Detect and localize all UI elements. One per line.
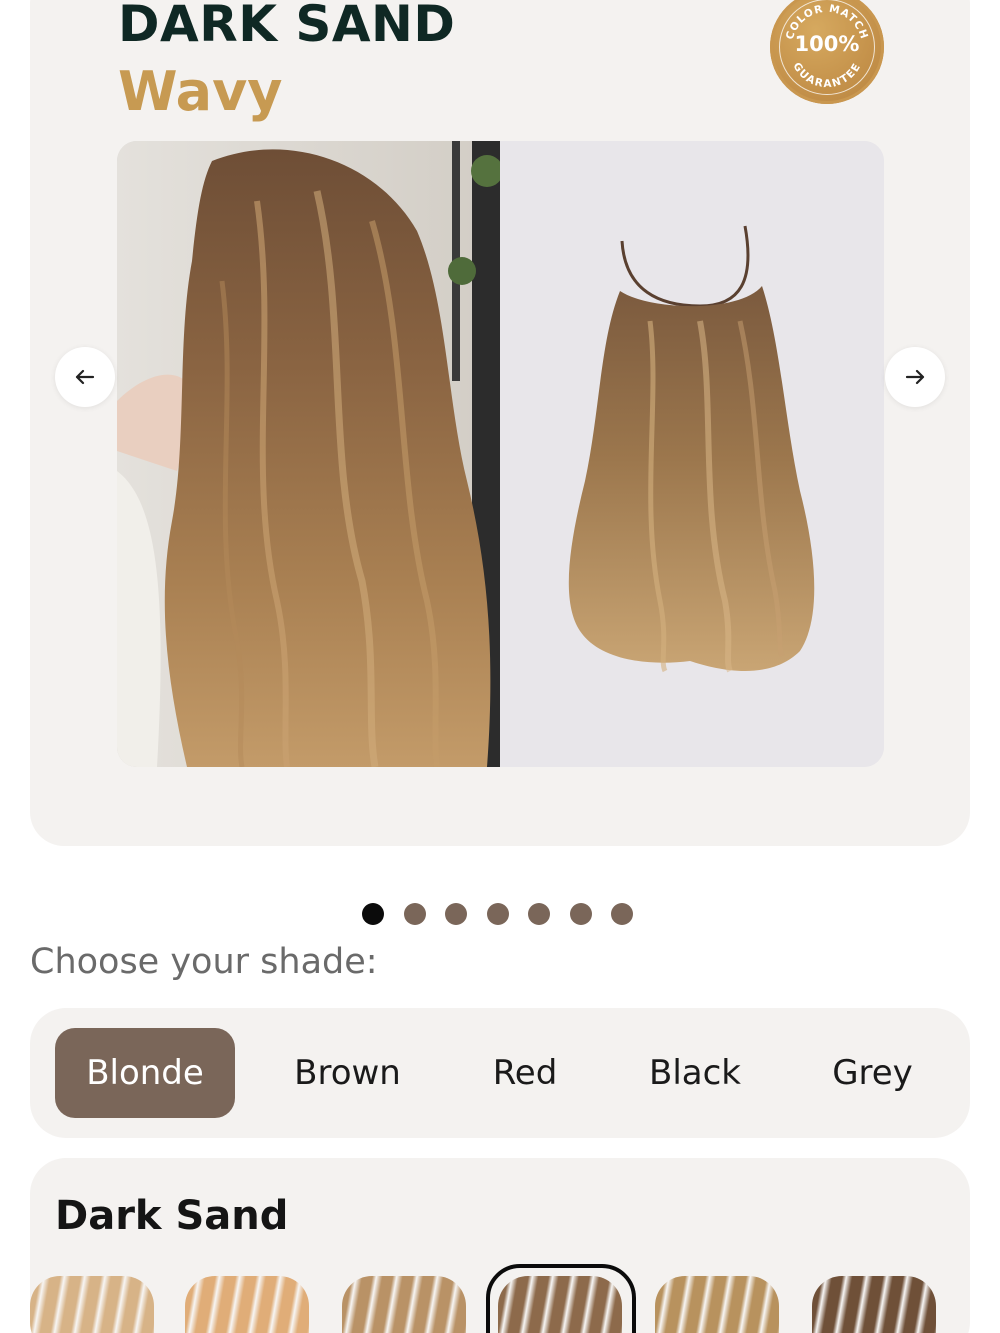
model-wearing-hair-photo: [117, 141, 500, 767]
color-match-badge: COLOR MATCH GUARANTEE 100%: [770, 0, 884, 104]
pagination-dot[interactable]: [362, 903, 384, 925]
pagination-dot[interactable]: [569, 903, 592, 925]
arrow-left-icon: [75, 369, 95, 385]
tab-label: Red: [492, 1053, 558, 1093]
tab-grey[interactable]: Grey: [800, 1028, 945, 1118]
pagination-dot[interactable]: [611, 903, 633, 925]
svg-text:GUARANTEE: GUARANTEE: [790, 60, 863, 90]
carousel-prev-button[interactable]: [55, 347, 115, 407]
shade-swatch[interactable]: [342, 1276, 466, 1333]
hair-extension-product-photo: [500, 141, 884, 767]
shade-swatch[interactable]: [655, 1276, 779, 1333]
variant-card: Dark Sand: [30, 1158, 970, 1333]
tab-blonde[interactable]: Blonde: [55, 1028, 235, 1118]
tab-label: Blonde: [86, 1053, 204, 1093]
tab-red[interactable]: Red: [460, 1028, 590, 1118]
tab-label: Grey: [832, 1053, 913, 1093]
product-title: DARK SAND: [118, 0, 456, 53]
product-image-carousel[interactable]: [117, 141, 884, 767]
tab-label: Brown: [294, 1053, 401, 1093]
shade-swatch[interactable]: [812, 1276, 936, 1333]
shade-swatch[interactable]: [185, 1276, 309, 1333]
tab-black[interactable]: Black: [615, 1028, 775, 1118]
selected-swatch-outline: [486, 1264, 636, 1333]
shade-tabs: Blonde Brown Red Black Grey: [30, 1008, 970, 1138]
pagination-dot[interactable]: [486, 903, 509, 925]
badge-bottom-text: GUARANTEE: [790, 60, 862, 90]
shade-swatch[interactable]: [30, 1276, 154, 1333]
pagination-dot[interactable]: [445, 903, 467, 925]
variant-title: Dark Sand: [55, 1193, 289, 1239]
tab-brown[interactable]: Brown: [260, 1028, 435, 1118]
carousel-pagination: [362, 903, 633, 925]
tab-label: Black: [649, 1053, 741, 1093]
product-subtitle: Wavy: [118, 60, 283, 123]
carousel-next-button[interactable]: [885, 347, 945, 407]
badge-percent: 100%: [794, 32, 860, 56]
pagination-dot[interactable]: [403, 903, 426, 925]
shade-prompt: Choose your shade:: [30, 942, 378, 982]
arrow-right-icon: [905, 369, 925, 385]
pagination-dot[interactable]: [528, 903, 550, 925]
